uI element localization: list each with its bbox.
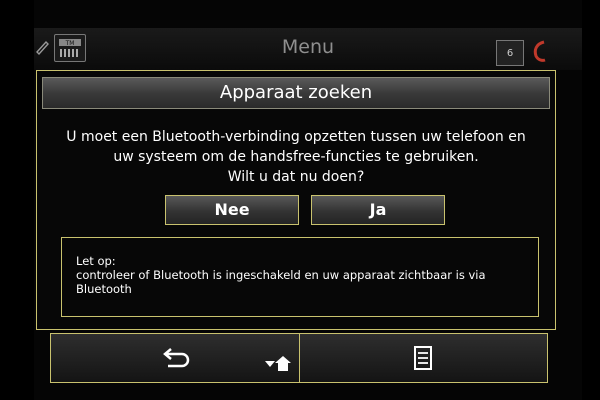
- message-count: 6: [506, 47, 514, 59]
- search-device-dialog: Apparaat zoeken U moet een Bluetooth-ver…: [36, 70, 556, 330]
- back-icon: [162, 348, 189, 368]
- message-line-2: uw systeem om de handsfree-functies te g…: [113, 149, 479, 165]
- screen-bezel-left: [0, 0, 34, 400]
- screen-bezel-right: [582, 0, 600, 400]
- message-line-1: U moet een Bluetooth-verbinding opzetten…: [66, 129, 526, 145]
- yes-button[interactable]: Ja: [311, 195, 445, 225]
- phone-icon[interactable]: [530, 38, 550, 64]
- chevron-down-icon: [265, 360, 275, 367]
- note-heading: Let op:: [76, 254, 116, 268]
- dialog-message: U moet een Bluetooth-verbinding opzetten…: [47, 127, 545, 187]
- note-line-1: controleer of Bluetooth is ingeschakeld …: [76, 268, 486, 282]
- back-button[interactable]: [51, 334, 300, 382]
- no-button[interactable]: Nee: [165, 195, 299, 225]
- top-bar: TM Menu 6: [34, 28, 582, 70]
- note-line-2: Bluetooth: [76, 282, 132, 296]
- list-button[interactable]: [300, 334, 548, 382]
- bottom-bar: [50, 333, 548, 383]
- message-badge-icon[interactable]: 6: [496, 40, 524, 66]
- dialog-question: Wilt u dat nu doen?: [227, 169, 365, 185]
- home-icon: [275, 356, 291, 371]
- dialog-title: Apparaat zoeken: [42, 77, 550, 109]
- note-box: Let op: controleer of Bluetooth is inges…: [61, 237, 539, 317]
- list-icon: [414, 346, 433, 370]
- home-shortcut[interactable]: [265, 356, 291, 371]
